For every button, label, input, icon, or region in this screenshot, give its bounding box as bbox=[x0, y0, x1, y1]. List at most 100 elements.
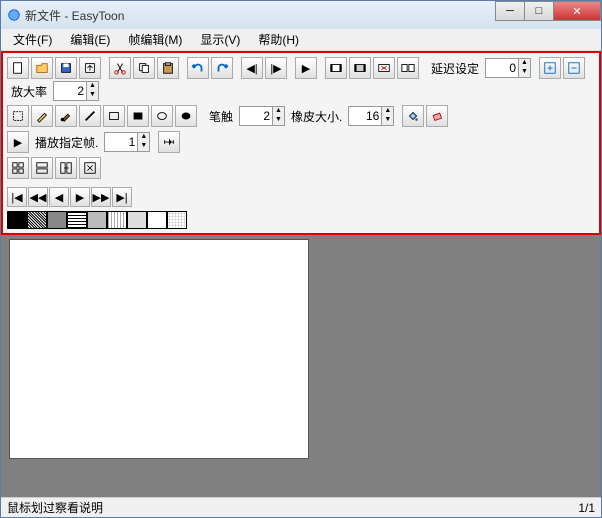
redo-button[interactable] bbox=[211, 57, 233, 79]
delay-label: 延迟设定 bbox=[427, 60, 483, 77]
play-button[interactable]: ▶ bbox=[295, 57, 317, 79]
oval-tool-button[interactable] bbox=[151, 105, 173, 127]
play-input[interactable] bbox=[105, 135, 137, 149]
nav-last-button[interactable]: ▶| bbox=[112, 187, 132, 207]
eraser-down[interactable]: ▼ bbox=[381, 116, 393, 125]
menu-edit[interactable]: 编辑(E) bbox=[62, 29, 118, 50]
frame-tool-4-button[interactable] bbox=[397, 57, 419, 79]
nav-bwd-button[interactable]: ◀◀ bbox=[28, 187, 48, 207]
toolbar-row-4 bbox=[5, 155, 597, 181]
swatch-black[interactable] bbox=[7, 211, 27, 229]
menubar: 文件(F) 编辑(E) 帧编辑(M) 显示(V) 帮助(H) bbox=[1, 29, 601, 51]
zoom-spinner[interactable]: ▲▼ bbox=[53, 81, 99, 101]
app-window: 新文件 - EasyToon ─ □ ✕ 文件(F) 编辑(E) 帧编辑(M) … bbox=[0, 0, 602, 518]
swatch-white[interactable] bbox=[147, 211, 167, 229]
layout-4-button[interactable] bbox=[79, 157, 101, 179]
pen-label: 笔触 bbox=[205, 108, 237, 125]
toolbar-row-2: 笔触 ▲▼ 橡皮大小. ▲▼ bbox=[5, 103, 597, 129]
toolbar-row-3: ▶ 播放指定帧. ▲▼ bbox=[5, 129, 597, 155]
swatch-pattern-4[interactable] bbox=[167, 211, 187, 229]
menu-display[interactable]: 显示(V) bbox=[192, 29, 248, 50]
rect-tool-button[interactable] bbox=[103, 105, 125, 127]
cut-button[interactable] bbox=[109, 57, 131, 79]
fill-tool-button[interactable] bbox=[402, 105, 424, 127]
layout-1-button[interactable] bbox=[7, 157, 29, 179]
save-button[interactable] bbox=[55, 57, 77, 79]
new-button[interactable] bbox=[7, 57, 29, 79]
paste-button[interactable] bbox=[157, 57, 179, 79]
window-controls: ─ □ ✕ bbox=[496, 1, 601, 21]
drawing-canvas[interactable] bbox=[9, 239, 309, 459]
play-down[interactable]: ▼ bbox=[137, 142, 149, 151]
rect-fill-tool-button[interactable] bbox=[127, 105, 149, 127]
pen-up[interactable]: ▲ bbox=[272, 107, 284, 116]
toolbar-region: ◀| |▶ ▶ 延迟设定 ▲▼ 放大率 ▲▼ bbox=[1, 51, 601, 235]
range-tool-button[interactable] bbox=[158, 131, 180, 153]
swatch-light-gray[interactable] bbox=[87, 211, 107, 229]
close-button[interactable]: ✕ bbox=[553, 1, 601, 21]
nav-prev-button[interactable]: ◀ bbox=[49, 187, 69, 207]
status-hint: 鼠标划过察看说明 bbox=[7, 499, 103, 516]
zoom-out-button[interactable] bbox=[563, 57, 585, 79]
swatch-gray[interactable] bbox=[47, 211, 67, 229]
select-tool-button[interactable] bbox=[7, 105, 29, 127]
color-palette bbox=[5, 209, 597, 231]
line-tool-button[interactable] bbox=[79, 105, 101, 127]
layout-2-button[interactable] bbox=[31, 157, 53, 179]
export-button[interactable] bbox=[79, 57, 101, 79]
titlebar: 新文件 - EasyToon ─ □ ✕ bbox=[1, 1, 601, 29]
delay-up[interactable]: ▲ bbox=[518, 59, 530, 68]
play-spinner[interactable]: ▲▼ bbox=[104, 132, 150, 152]
zoom-up[interactable]: ▲ bbox=[86, 82, 98, 91]
pen-down[interactable]: ▼ bbox=[272, 116, 284, 125]
swatch-lighter-gray[interactable] bbox=[127, 211, 147, 229]
maximize-button[interactable]: □ bbox=[524, 1, 554, 21]
app-icon bbox=[7, 8, 21, 22]
next-frame-button[interactable]: |▶ bbox=[265, 57, 287, 79]
nav-first-button[interactable]: |◀ bbox=[7, 187, 27, 207]
swatch-pattern-1[interactable] bbox=[27, 211, 47, 229]
eraser-spinner[interactable]: ▲▼ bbox=[348, 106, 394, 126]
delay-input[interactable] bbox=[486, 61, 518, 75]
play-range-label: 播放指定帧. bbox=[31, 134, 102, 151]
menu-frame[interactable]: 帧编辑(M) bbox=[120, 29, 190, 50]
work-area bbox=[1, 235, 601, 497]
status-bar: 鼠标划过察看说明 1/1 bbox=[1, 497, 601, 517]
zoom-in-button[interactable] bbox=[539, 57, 561, 79]
status-frame-counter: 1/1 bbox=[578, 501, 595, 515]
menu-help[interactable]: 帮助(H) bbox=[250, 29, 307, 50]
frame-tool-3-button[interactable] bbox=[373, 57, 395, 79]
delay-down[interactable]: ▼ bbox=[518, 68, 530, 77]
eraser-up[interactable]: ▲ bbox=[381, 107, 393, 116]
undo-button[interactable] bbox=[187, 57, 209, 79]
zoom-label: 放大率 bbox=[7, 83, 51, 100]
zoom-input[interactable] bbox=[54, 84, 86, 98]
window-title: 新文件 - EasyToon bbox=[25, 7, 124, 24]
brush-tool-button[interactable] bbox=[55, 105, 77, 127]
copy-button[interactable] bbox=[133, 57, 155, 79]
nav-row: |◀ ◀◀ ◀ ▶ ▶▶ ▶| bbox=[5, 181, 597, 209]
eraser-tool-button[interactable] bbox=[426, 105, 448, 127]
frame-tool-1-button[interactable] bbox=[325, 57, 347, 79]
toolbar-row-1: ◀| |▶ ▶ 延迟设定 ▲▼ 放大率 ▲▼ bbox=[5, 55, 597, 103]
eraser-input[interactable] bbox=[349, 109, 381, 123]
frame-tool-2-button[interactable] bbox=[349, 57, 371, 79]
pen-spinner[interactable]: ▲▼ bbox=[239, 106, 285, 126]
play-up[interactable]: ▲ bbox=[137, 133, 149, 142]
pen-input[interactable] bbox=[240, 109, 272, 123]
pencil-tool-button[interactable] bbox=[31, 105, 53, 127]
layout-3-button[interactable] bbox=[55, 157, 77, 179]
menu-file[interactable]: 文件(F) bbox=[5, 29, 60, 50]
prev-frame-button[interactable]: ◀| bbox=[241, 57, 263, 79]
oval-fill-tool-button[interactable] bbox=[175, 105, 197, 127]
swatch-pattern-2[interactable] bbox=[67, 211, 87, 229]
zoom-down[interactable]: ▼ bbox=[86, 91, 98, 100]
open-button[interactable] bbox=[31, 57, 53, 79]
swatch-pattern-3[interactable] bbox=[107, 211, 127, 229]
minimize-button[interactable]: ─ bbox=[495, 1, 525, 21]
eraser-label: 橡皮大小. bbox=[287, 108, 346, 125]
delay-spinner[interactable]: ▲▼ bbox=[485, 58, 531, 78]
play-range-button[interactable]: ▶ bbox=[7, 131, 29, 153]
nav-next-button[interactable]: ▶ bbox=[70, 187, 90, 207]
nav-fwd-button[interactable]: ▶▶ bbox=[91, 187, 111, 207]
